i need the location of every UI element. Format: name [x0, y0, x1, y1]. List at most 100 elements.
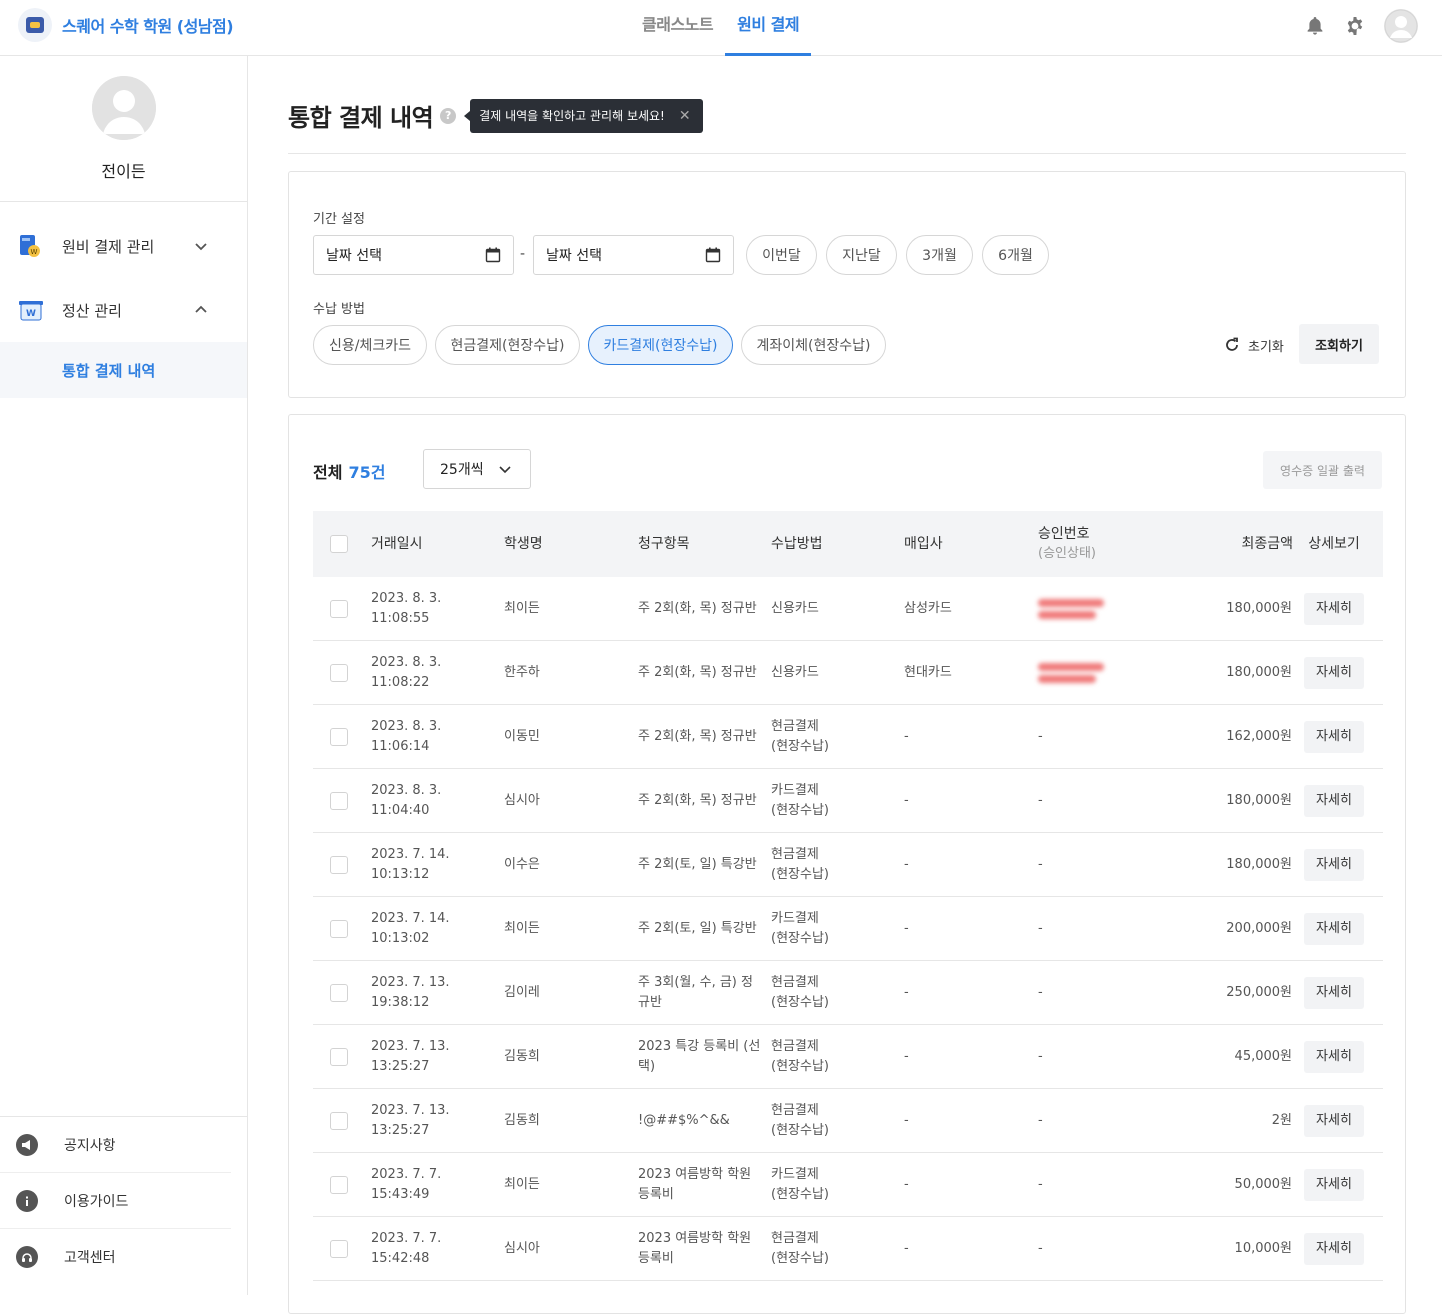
approval-blurred	[1038, 598, 1104, 619]
student-cell: 한주하	[504, 664, 540, 680]
row-checkbox[interactable]	[330, 919, 348, 938]
period-3months-button[interactable]: 3개월	[906, 235, 973, 275]
acquirer-cell: -	[904, 920, 909, 936]
approval-header-sub: (승인상태)	[1038, 546, 1096, 561]
date-value: 2023. 7. 14.	[371, 910, 450, 926]
period-6months-button[interactable]: 6개월	[982, 235, 1049, 275]
sidebar-item-notice[interactable]: 공지사항	[0, 1117, 231, 1173]
sidebar-item-tuition-payment[interactable]: W 원비 결제 관리	[0, 214, 247, 278]
student-cell: 이동민	[504, 728, 540, 744]
row-checkbox[interactable]	[330, 1047, 348, 1066]
acquirer-cell: 삼성카드	[904, 600, 952, 616]
sidebar-item-label: 고객센터	[64, 1250, 116, 1266]
detail-button[interactable]: 자세히	[1304, 1104, 1364, 1137]
detail-button[interactable]: 자세히	[1304, 720, 1364, 753]
item-cell: 주 2회(토, 일) 특강반	[638, 920, 757, 936]
amount-cell: 2원	[1271, 1112, 1292, 1128]
brand[interactable]: 스퀘어 수학 학원 (성남점)	[18, 8, 234, 42]
acquirer-cell: -	[904, 1176, 909, 1192]
column-header-amount[interactable]: 최종금액	[1173, 511, 1293, 577]
method-label: 수납 방법	[313, 302, 365, 317]
method-cell: 현금결제 (현장수납)	[771, 1217, 891, 1280]
sidebar-subitem-integrated-payments[interactable]: 통합 결제 내역	[0, 342, 247, 398]
bell-icon[interactable]	[1304, 15, 1326, 37]
tab-tuition-payment[interactable]: 원비 결제	[725, 0, 812, 56]
detail-button[interactable]: 자세히	[1304, 912, 1364, 945]
select-all-checkbox[interactable]	[330, 535, 348, 553]
row-checkbox[interactable]	[330, 1175, 348, 1194]
help-icon[interactable]: ?	[440, 107, 457, 124]
tab-classnote[interactable]: 클래스노트	[630, 0, 725, 56]
column-header-item[interactable]: 청구항목	[638, 511, 762, 577]
divider	[288, 153, 1406, 154]
column-header-approval[interactable]: 승인번호 (승인상태)	[1038, 511, 1158, 577]
row-checkbox[interactable]	[330, 1239, 348, 1258]
date-value: 2023. 8. 3.	[371, 718, 442, 734]
period-last-month-button[interactable]: 지난달	[826, 235, 897, 275]
method-sub-value: (현장수납)	[771, 1186, 829, 1202]
detail-button[interactable]: 자세히	[1304, 848, 1364, 881]
approval-cell: -	[1038, 1048, 1043, 1064]
detail-cell: 자세히	[1304, 1025, 1364, 1088]
method-transfer-onsite-button[interactable]: 계좌이체(현장수납)	[741, 325, 886, 365]
time-value: 11:04:40	[371, 802, 430, 818]
row-checkbox[interactable]	[330, 727, 348, 746]
method-credit-card-button[interactable]: 신용/체크카드	[313, 325, 427, 365]
method-card-onsite-button[interactable]: 카드결제(현장수납)	[588, 325, 733, 365]
detail-button[interactable]: 자세히	[1304, 976, 1364, 1009]
row-checkbox[interactable]	[330, 663, 348, 682]
sidebar-item-guide[interactable]: 이용가이드	[0, 1173, 231, 1229]
student-cell: 김이레	[504, 984, 540, 1000]
time-value: 11:06:14	[371, 738, 430, 754]
row-checkbox[interactable]	[330, 791, 348, 810]
method-value: 카드결제	[771, 1166, 819, 1182]
method-cash-onsite-button[interactable]: 현금결제(현장수납)	[435, 325, 580, 365]
row-checkbox[interactable]	[330, 599, 348, 618]
per-page-value: 25개씩	[440, 462, 484, 478]
detail-button[interactable]: 자세히	[1304, 1040, 1364, 1073]
row-checkbox[interactable]	[330, 1111, 348, 1130]
item-cell: 2023 여름방학 학원 등록비	[638, 1230, 752, 1266]
detail-button[interactable]: 자세히	[1304, 784, 1364, 817]
method-cell: 현금결제 (현장수납)	[771, 1025, 891, 1088]
detail-button[interactable]: 자세히	[1304, 656, 1364, 689]
method-sub-value: (현장수납)	[771, 994, 829, 1010]
column-header-method[interactable]: 수납방법	[771, 511, 891, 577]
date-end-input[interactable]: 날짜 선택	[533, 235, 734, 275]
close-icon[interactable]: ✕	[679, 108, 691, 124]
per-page-select[interactable]: 25개씩	[423, 449, 531, 489]
detail-button[interactable]: 자세히	[1304, 1168, 1364, 1201]
detail-button[interactable]: 자세히	[1304, 1232, 1364, 1265]
date-value: 2023. 8. 3.	[371, 654, 442, 670]
sidebar-item-settlement[interactable]: W 정산 관리	[0, 278, 247, 342]
top-nav: 클래스노트 원비 결제	[630, 0, 812, 56]
date-start-input[interactable]: 날짜 선택	[313, 235, 514, 275]
date-value: 2023. 7. 7.	[371, 1166, 442, 1182]
item-cell: 2023 특강 등록비 (선택)	[638, 1038, 761, 1074]
column-header-acquirer[interactable]: 매입사	[904, 511, 1024, 577]
row-checkbox-cell	[330, 961, 348, 1024]
gear-icon[interactable]	[1344, 15, 1366, 37]
user-avatar[interactable]	[1384, 9, 1418, 43]
method-sub-value: (현장수납)	[771, 930, 829, 946]
period-label: 기간 설정	[313, 212, 365, 227]
period-this-month-button[interactable]: 이번달	[746, 235, 817, 275]
row-checkbox[interactable]	[330, 855, 348, 874]
chevron-down-icon	[193, 238, 209, 254]
profile-name: 전이든	[101, 162, 146, 181]
column-header-student[interactable]: 학생명	[504, 511, 624, 577]
table-row: 2023. 8. 3. 11:06:14 이동민 주 2회(화, 목) 정규반 현…	[313, 705, 1383, 769]
top-icons	[1304, 9, 1418, 43]
column-header-date[interactable]: 거래일시	[371, 511, 491, 577]
print-receipts-button[interactable]: 영수증 일괄 출력	[1263, 451, 1382, 489]
detail-button[interactable]: 자세히	[1304, 592, 1364, 625]
settlement-won-icon: W	[18, 297, 44, 323]
date-value: 2023. 7. 7.	[371, 1230, 442, 1246]
date-value: 2023. 7. 13.	[371, 974, 450, 990]
row-checkbox[interactable]	[330, 983, 348, 1002]
payment-card-icon: W	[18, 233, 44, 259]
reset-button[interactable]: 초기화	[1224, 335, 1284, 355]
sidebar-item-support[interactable]: 고객센터	[0, 1229, 231, 1285]
date-cell: 2023. 8. 3. 11:06:14	[371, 705, 491, 768]
search-button[interactable]: 조회하기	[1299, 324, 1379, 364]
